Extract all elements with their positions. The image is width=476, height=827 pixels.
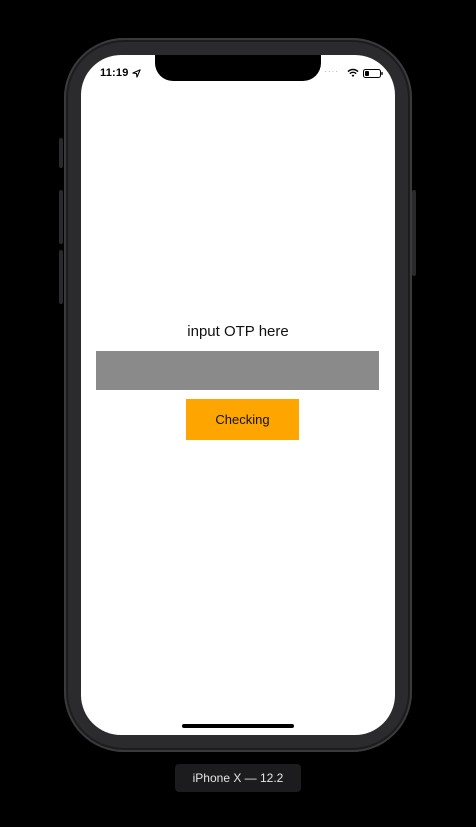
status-time: 11:19 — [100, 67, 129, 79]
power-button — [412, 190, 416, 276]
checking-button[interactable]: Checking — [186, 399, 299, 440]
device-caption: iPhone X — 12.2 — [175, 764, 301, 792]
cellular-dots-icon: ···· — [324, 67, 339, 76]
otp-prompt-label: input OTP here — [187, 323, 289, 340]
wifi-icon — [347, 68, 359, 77]
battery-icon — [363, 69, 383, 78]
volume-up-button — [59, 190, 63, 244]
location-arrow-icon — [132, 69, 141, 78]
simulator-window: 11:19 ···· input OTP here Checking iPhon… — [0, 0, 476, 827]
notch — [155, 55, 321, 81]
home-indicator[interactable] — [182, 724, 294, 728]
mute-switch — [59, 138, 63, 168]
app-screen: 11:19 ···· input OTP here Checking — [81, 55, 395, 735]
otp-input[interactable] — [96, 351, 379, 390]
volume-down-button — [59, 250, 63, 304]
